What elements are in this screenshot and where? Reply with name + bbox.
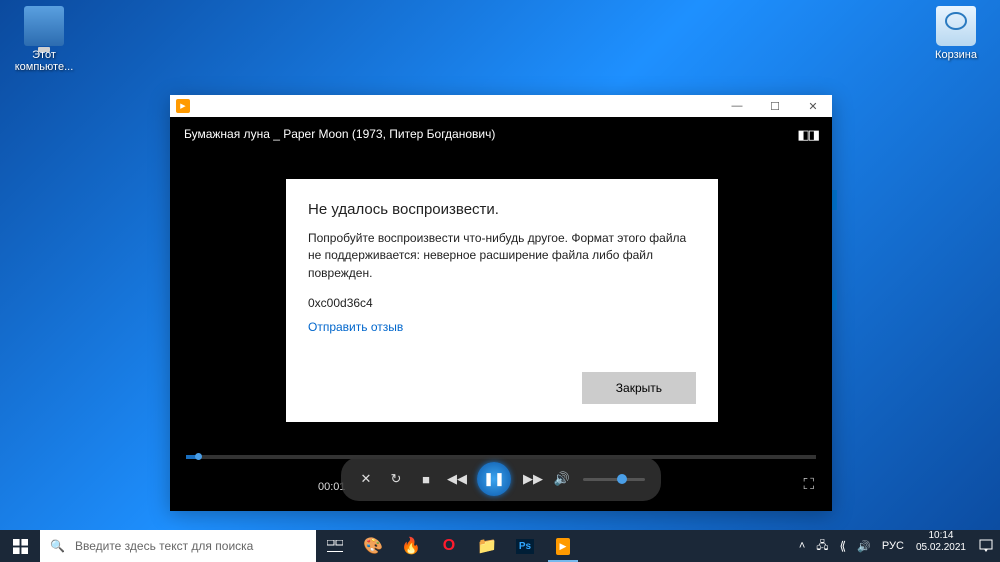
action-center-button[interactable]: [972, 530, 1000, 562]
tray-chevron-up-icon[interactable]: ˄: [799, 540, 805, 552]
tray-network-icon[interactable]: 🖧: [816, 537, 828, 556]
wmp-icon: ▶: [556, 538, 571, 555]
search-icon: 🔍: [50, 539, 65, 553]
volume-slider[interactable]: [583, 478, 645, 481]
desktop-icon-this-pc[interactable]: Этот компьюте...: [6, 6, 82, 73]
tray-language[interactable]: РУС: [882, 540, 904, 552]
repeat-button[interactable]: ↻: [387, 471, 405, 487]
error-code: 0xc00d36c4: [308, 296, 696, 310]
desktop-icon-label: Корзина: [918, 49, 994, 61]
error-dialog: Не удалось воспроизвести. Попробуйте вос…: [286, 179, 718, 422]
prev-button[interactable]: ◀◀: [447, 471, 465, 487]
folder-icon: 📁: [477, 536, 497, 556]
recycle-bin-icon: [936, 6, 976, 46]
next-button[interactable]: ▶▶: [523, 471, 541, 487]
minimize-button[interactable]: —: [718, 95, 756, 117]
tray-wifi-icon[interactable]: ⟪: [840, 539, 847, 553]
taskbar-app-paint[interactable]: 🎨: [354, 530, 392, 562]
flame-icon: 🔥: [401, 536, 421, 556]
pc-icon: [24, 6, 64, 46]
clock-time: 10:14: [916, 530, 966, 542]
fullscreen-button[interactable]: ⛶: [803, 476, 814, 493]
play-pause-button[interactable]: ❚❚: [477, 462, 511, 496]
taskbar-app-explorer[interactable]: 📁: [468, 530, 506, 562]
video-title: Бумажная луна _ Paper Moon (1973, Питер …: [184, 127, 495, 141]
feedback-link[interactable]: Отправить отзыв: [308, 320, 403, 334]
system-tray: ˄ 🖧 ⟪ 🔊 РУС: [793, 530, 910, 562]
taskbar-app-wmp[interactable]: ▶: [544, 530, 582, 562]
mute-button[interactable]: 🔊: [553, 471, 571, 487]
paint-icon: 🎨: [363, 536, 383, 556]
wmp-app-icon: [176, 99, 190, 113]
close-error-button[interactable]: Закрыть: [582, 372, 696, 404]
window-buttons: — ☐ ✕: [718, 95, 832, 117]
taskbar-app-photoshop[interactable]: Ps: [506, 530, 544, 562]
clock-date: 05.02.2021: [916, 542, 966, 554]
seek-progress: [186, 455, 199, 459]
taskbar-apps: 🎨 🔥 O 📁 Ps ▶: [354, 530, 582, 562]
error-message: Попробуйте воспроизвести что-нибудь друг…: [308, 230, 696, 282]
photoshop-icon: Ps: [516, 539, 534, 554]
start-button[interactable]: [0, 530, 40, 562]
playback-controls: ✕ ↻ ■ ◀◀ ❚❚ ▶▶ 🔊: [341, 457, 661, 501]
wmp-titlebar[interactable]: — ☐ ✕: [170, 95, 832, 117]
taskbar-app-opera[interactable]: O: [430, 530, 468, 562]
opera-icon: O: [443, 537, 455, 555]
wmp-body: Бумажная луна _ Paper Moon (1973, Питер …: [170, 117, 832, 511]
task-view-icon: [327, 540, 343, 552]
notification-icon: [979, 539, 993, 553]
close-button[interactable]: ✕: [794, 95, 832, 117]
desktop-icon-label: Этот компьюте...: [6, 49, 82, 73]
stop-button[interactable]: ■: [417, 472, 435, 487]
layout-icon[interactable]: ◧◨: [797, 127, 818, 143]
search-box[interactable]: 🔍 Введите здесь текст для поиска: [40, 530, 316, 562]
shuffle-button[interactable]: ✕: [357, 471, 375, 487]
wmp-window: — ☐ ✕ Бумажная луна _ Paper Moon (1973, …: [170, 95, 832, 511]
maximize-button[interactable]: ☐: [756, 95, 794, 117]
windows-icon: [13, 539, 28, 554]
desktop-icon-recycle-bin[interactable]: Корзина: [918, 6, 994, 61]
volume-knob[interactable]: [617, 474, 627, 484]
taskbar-clock[interactable]: 10:14 05.02.2021: [910, 530, 972, 562]
error-title: Не удалось воспроизвести.: [308, 201, 696, 218]
search-placeholder: Введите здесь текст для поиска: [75, 539, 253, 553]
task-view-button[interactable]: [316, 530, 354, 562]
taskbar: 🔍 Введите здесь текст для поиска 🎨 🔥 O 📁…: [0, 530, 1000, 562]
taskbar-app-burner[interactable]: 🔥: [392, 530, 430, 562]
tray-volume-icon[interactable]: 🔊: [857, 540, 871, 553]
